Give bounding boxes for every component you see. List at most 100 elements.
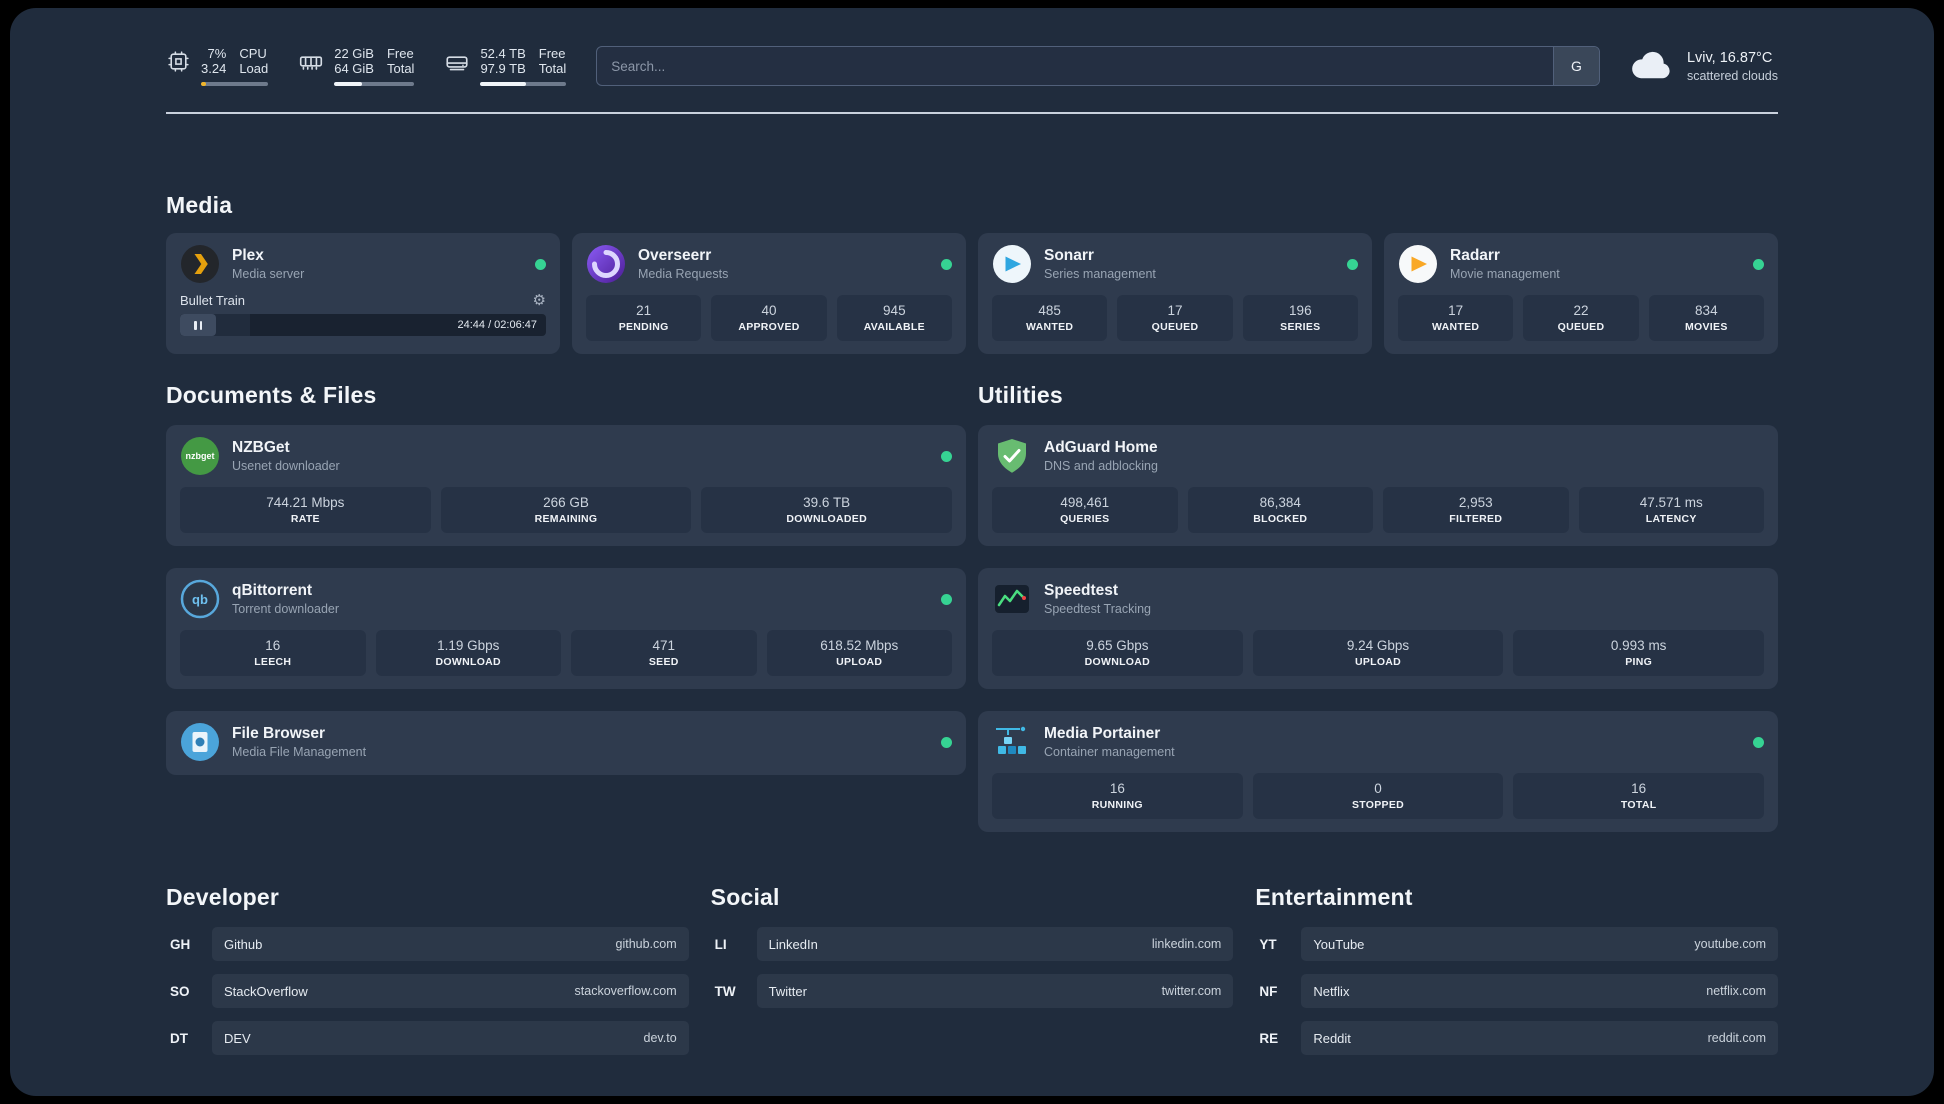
section-title-social: Social	[710, 884, 780, 910]
app-subtitle: Media File Management	[232, 745, 367, 759]
search-engine-button[interactable]: G	[1552, 47, 1599, 85]
cloud-icon	[1630, 50, 1674, 82]
stat-tile-total: 16 TOTAL	[1513, 773, 1765, 819]
status-dot	[1347, 258, 1358, 270]
stat-tile-running: 16 RUNNING	[992, 773, 1243, 819]
app-card-adguard[interactable]: AdGuard Home DNS and adblocking 498,461 …	[978, 425, 1778, 546]
radarr-icon	[1398, 244, 1438, 284]
app-card-nzbget[interactable]: nzbget NZBGet Usenet downloader 744.21 M…	[166, 425, 966, 546]
app-card-speedtest[interactable]: Speedtest Speedtest Tracking 9.65 Gbps D…	[978, 568, 1778, 689]
stat-tile-movies: 834 MOVIES	[1648, 295, 1764, 341]
disk-free-label: Free	[538, 46, 566, 61]
overseerr-icon	[586, 244, 626, 284]
stat-tile-blocked: 86,384 BLOCKED	[1187, 487, 1373, 533]
cpu-load-label: Load	[239, 61, 269, 76]
bookmark-name: Reddit	[1313, 1030, 1351, 1046]
portainer-icon	[992, 722, 1032, 762]
metric-cpu: 7% 3.24 CPU Load	[166, 46, 269, 86]
disk-icon	[444, 49, 470, 75]
dashboard-panel: 7% 3.24 CPU Load 22 GiB 64 GiB Free Tota…	[10, 8, 1934, 1096]
app-subtitle: Movie management	[1450, 267, 1560, 281]
now-playing-title: Bullet Train	[180, 293, 246, 308]
header-divider	[166, 112, 1778, 114]
cpu-usage-value: 7%	[207, 46, 227, 61]
cpu-progress-bar	[201, 82, 269, 86]
bookmark-url: netflix.com	[1706, 984, 1766, 998]
bookmark-name: YouTube	[1313, 936, 1365, 952]
stat-tile-ping: 0.993 ms PING	[1513, 630, 1765, 676]
bookmark-linkedin[interactable]: LI LinkedIn linkedin.com	[711, 927, 1234, 961]
status-dot	[941, 593, 952, 605]
bookmark-abbr: GH	[170, 936, 191, 952]
bookmark-group-developer: Developer GH Github github.com SO StackO…	[166, 884, 689, 1055]
disk-total-value: 97.9 TB	[480, 61, 526, 76]
app-card-radarr[interactable]: Radarr Movie management 17 WANTED 22 QUE…	[1384, 233, 1778, 354]
stat-tile-queued: 22 QUEUED	[1523, 295, 1639, 341]
bookmark-github[interactable]: GH Github github.com	[166, 927, 689, 961]
app-name: AdGuard Home	[1044, 439, 1158, 456]
app-name: Speedtest	[1044, 582, 1119, 599]
app-subtitle: Media Requests	[638, 267, 729, 281]
nzbget-icon: nzbget	[180, 436, 220, 476]
bookmark-url: reddit.com	[1707, 1031, 1766, 1045]
pause-icon[interactable]	[180, 314, 216, 336]
section-title-utilities: Utilities	[978, 382, 1063, 408]
bookmark-abbr: SO	[170, 983, 190, 999]
app-card-sonarr[interactable]: Sonarr Series management 485 WANTED 17 Q…	[978, 233, 1372, 354]
bookmark-url: github.com	[615, 937, 677, 951]
app-name: Media Portainer	[1044, 725, 1161, 742]
section-media: Media Plex Media server Bullet Train ⚙ 2…	[166, 192, 1778, 354]
qbittorrent-icon: qb	[180, 579, 220, 619]
section-title-entertainment: Entertainment	[1255, 884, 1413, 910]
weather-widget[interactable]: Lviv, 16.87°C scattered clouds	[1630, 50, 1778, 83]
section-documents: Documents & Files nzbget NZBGet Usenet d…	[166, 382, 966, 775]
app-card-overseerr[interactable]: Overseerr Media Requests 21 PENDING 40 A…	[572, 233, 966, 354]
bookmark-url: twitter.com	[1161, 984, 1222, 998]
section-title-documents: Documents & Files	[166, 382, 377, 408]
search-input[interactable]	[597, 47, 1553, 85]
section-utilities: Utilities AdGuard Home DNS and adblockin…	[978, 382, 1778, 832]
top-bar: 7% 3.24 CPU Load 22 GiB 64 GiB Free Tota…	[166, 46, 1778, 86]
bookmark-name: Twitter	[768, 983, 807, 999]
app-card-qbittorrent[interactable]: qb qBittorrent Torrent downloader 16 LEE…	[166, 568, 966, 689]
bookmark-reddit[interactable]: RE Reddit reddit.com	[1255, 1021, 1778, 1055]
app-name: Sonarr	[1044, 247, 1094, 264]
bookmark-dev[interactable]: DT DEV dev.to	[166, 1021, 689, 1055]
bookmark-netflix[interactable]: NF Netflix netflix.com	[1255, 974, 1778, 1008]
bookmark-abbr: TW	[714, 983, 736, 999]
stat-tile-seed: 471 SEED	[571, 630, 757, 676]
stat-tile-filtered: 2,953 FILTERED	[1383, 487, 1569, 533]
app-name: Plex	[232, 247, 264, 264]
bookmark-stackoverflow[interactable]: SO StackOverflow stackoverflow.com	[166, 974, 689, 1008]
app-card-portainer[interactable]: Media Portainer Container management 16 …	[978, 711, 1778, 832]
gear-icon[interactable]: ⚙	[533, 293, 546, 308]
bookmark-abbr: NF	[1259, 983, 1278, 999]
playback-progress-bar[interactable]: 24:44 / 02:06:47	[180, 314, 546, 336]
app-name: NZBGet	[232, 439, 290, 456]
bookmark-twitter[interactable]: TW Twitter twitter.com	[711, 974, 1234, 1008]
metric-disk: 52.4 TB 97.9 TB Free Total	[444, 46, 567, 86]
stat-tile-rate: 744.21 Mbps RATE	[180, 487, 431, 533]
app-card-plex[interactable]: Plex Media server Bullet Train ⚙ 24:44 /…	[166, 233, 560, 354]
stat-tile-download: 9.65 Gbps DOWNLOAD	[992, 630, 1243, 676]
status-dot	[941, 450, 952, 462]
section-title-developer: Developer	[166, 884, 280, 910]
bookmark-url: linkedin.com	[1151, 937, 1222, 951]
app-card-filebrowser[interactable]: File Browser Media File Management	[166, 711, 966, 775]
svg-text:nzbget: nzbget	[186, 451, 215, 461]
disk-free-value: 52.4 TB	[480, 46, 526, 61]
bookmark-url: dev.to	[643, 1031, 677, 1045]
app-name: qBittorrent	[232, 582, 313, 599]
bookmark-name: LinkedIn	[768, 936, 818, 952]
svg-text:qb: qb	[192, 592, 208, 607]
bookmark-youtube[interactable]: YT YouTube youtube.com	[1255, 927, 1778, 961]
stat-tile-remaining: 266 GB REMAINING	[440, 487, 692, 533]
ram-free-label: Free	[386, 46, 414, 61]
sonarr-icon	[992, 244, 1032, 284]
system-metrics: 7% 3.24 CPU Load 22 GiB 64 GiB Free Tota…	[166, 46, 567, 86]
search-bar[interactable]: G	[596, 46, 1600, 86]
ram-icon	[298, 49, 324, 75]
weather-condition: scattered clouds	[1686, 68, 1778, 83]
cpu-label: CPU	[239, 46, 267, 61]
bookmark-abbr: YT	[1259, 936, 1277, 952]
